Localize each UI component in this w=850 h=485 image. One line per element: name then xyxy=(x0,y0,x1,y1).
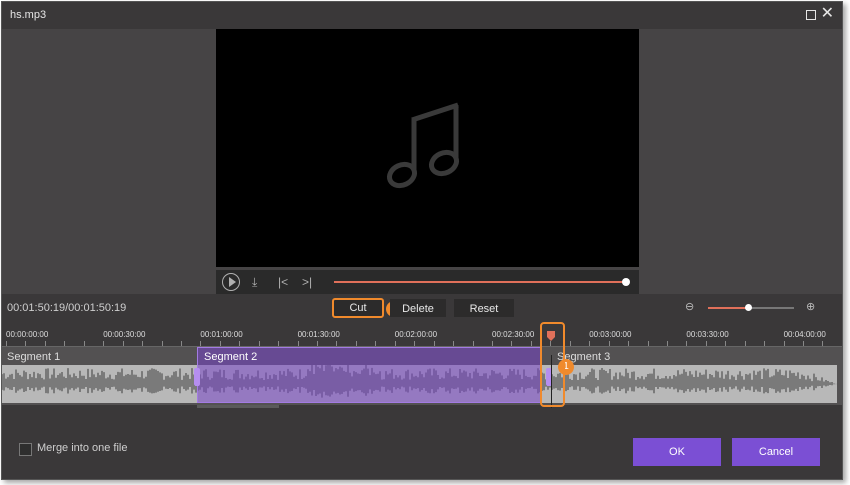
ruler-tick xyxy=(161,341,163,346)
ruler-tick-label: 00:00:30:00 xyxy=(103,330,146,339)
ruler-tick xyxy=(355,341,357,346)
ruler-tick xyxy=(83,341,85,346)
ruler-tick xyxy=(608,341,610,346)
ruler-tick xyxy=(122,341,124,346)
ruler-tick xyxy=(278,341,280,346)
audio-track[interactable]: Segment 1 Segment 2 Segment 3 1 xyxy=(2,347,842,413)
ruler-tick-label: 00:00:00:00 xyxy=(6,330,49,339)
ruler-tick-label: 00:02:00:00 xyxy=(394,330,438,339)
ruler-tick xyxy=(725,341,727,346)
trim-dialog: hs.mp3 ✕ ⤓ |< >| 00:01:50:19/00:01:50:19… xyxy=(1,1,843,480)
ruler-tick xyxy=(200,341,202,346)
export-icon[interactable]: ⤓ xyxy=(252,272,257,292)
segment-start-handle[interactable] xyxy=(194,368,200,386)
preview-area: ⤓ |< >| xyxy=(2,29,842,294)
ruler-tick xyxy=(142,341,144,346)
ruler-tick xyxy=(297,341,299,346)
cut-button[interactable]: Cut xyxy=(332,298,384,318)
zoom-fill xyxy=(708,307,749,309)
ruler-tick xyxy=(803,341,805,346)
ruler-tick xyxy=(589,341,591,346)
edit-toolbar: 00:01:50:19/00:01:50:19 Cut 2 Delete Res… xyxy=(2,294,842,322)
ruler-tick xyxy=(336,341,338,346)
ruler-tick xyxy=(666,341,668,346)
reset-button[interactable]: Reset xyxy=(454,299,514,317)
playhead-highlight xyxy=(540,322,565,407)
segment-2[interactable]: Segment 2 xyxy=(197,347,542,403)
play-button[interactable] xyxy=(222,273,240,291)
zoom-slider[interactable] xyxy=(708,304,794,311)
music-note-icon xyxy=(386,102,460,189)
window-title: hs.mp3 xyxy=(10,9,47,21)
ruler-tick xyxy=(25,341,27,346)
ruler-tick-label: 00:04:00:00 xyxy=(783,330,826,339)
ruler-tick xyxy=(239,341,241,346)
ruler-tick xyxy=(511,341,513,346)
ruler-tick xyxy=(783,341,785,346)
ruler-tick xyxy=(530,341,532,346)
ruler-tick xyxy=(414,341,416,346)
zoom-in-icon[interactable]: ⊕ xyxy=(806,300,815,313)
ruler-tick xyxy=(822,341,824,346)
ruler-tick xyxy=(744,341,746,346)
ruler-tick xyxy=(705,341,707,346)
ruler-tick xyxy=(44,341,46,346)
ok-button[interactable]: OK xyxy=(633,438,721,466)
media-preview xyxy=(216,29,639,267)
timecode: 00:01:50:19/00:01:50:19 xyxy=(7,302,127,314)
ruler-tick xyxy=(317,341,319,346)
cancel-button[interactable]: Cancel xyxy=(732,438,820,466)
previous-icon[interactable]: |< xyxy=(278,272,288,292)
ruler-tick xyxy=(647,341,649,346)
ruler-tick xyxy=(764,341,766,346)
segment-1-label: Segment 1 xyxy=(7,351,61,363)
progress-knob[interactable] xyxy=(622,278,630,286)
merge-checkbox[interactable] xyxy=(19,443,32,456)
playback-progress[interactable] xyxy=(334,281,627,283)
ruler-tick xyxy=(453,341,455,346)
ruler-tick xyxy=(569,341,571,346)
dialog-footer: Merge into one file OK Cancel xyxy=(2,408,842,479)
ruler-tick xyxy=(492,341,493,346)
close-icon[interactable]: ✕ xyxy=(821,6,834,22)
zoom-out-icon[interactable]: ⊖ xyxy=(685,300,694,313)
segment-2-label: Segment 2 xyxy=(204,351,258,363)
ruler-tick xyxy=(394,341,396,346)
ruler-tick-label: 00:02:30:00 xyxy=(492,330,535,339)
maximize-icon[interactable] xyxy=(806,10,816,20)
ruler-tick xyxy=(219,341,221,346)
ruler-tick-label: 00:01:30:00 xyxy=(297,330,340,339)
title-bar: hs.mp3 ✕ xyxy=(2,2,842,29)
zoom-knob[interactable] xyxy=(745,304,753,311)
ruler-tick-label: 00:03:00:00 xyxy=(589,330,632,339)
ruler-tick xyxy=(375,341,377,346)
ruler-tick xyxy=(180,341,182,346)
ruler-tick xyxy=(64,341,66,346)
ruler-tick-label: 00:03:30:00 xyxy=(686,330,729,339)
ruler-tick xyxy=(258,341,260,346)
ruler-tick xyxy=(103,341,105,346)
ruler-tick xyxy=(841,341,842,346)
delete-button[interactable]: Delete xyxy=(390,299,446,317)
ruler-tick xyxy=(433,341,435,346)
ruler-tick xyxy=(472,341,474,346)
player-controls: ⤓ |< >| xyxy=(216,270,639,294)
timeline-ruler[interactable]: 00:00:00:00 00:00:30:00 00:01:00:00 00:01:3… xyxy=(2,322,842,347)
next-icon[interactable]: >| xyxy=(302,272,312,292)
merge-label: Merge into one file xyxy=(37,442,128,454)
ruler-tick-label: 00:01:00:00 xyxy=(200,330,243,339)
ruler-tick xyxy=(6,341,7,346)
ruler-tick xyxy=(628,341,630,346)
ruler-tick xyxy=(686,341,688,346)
